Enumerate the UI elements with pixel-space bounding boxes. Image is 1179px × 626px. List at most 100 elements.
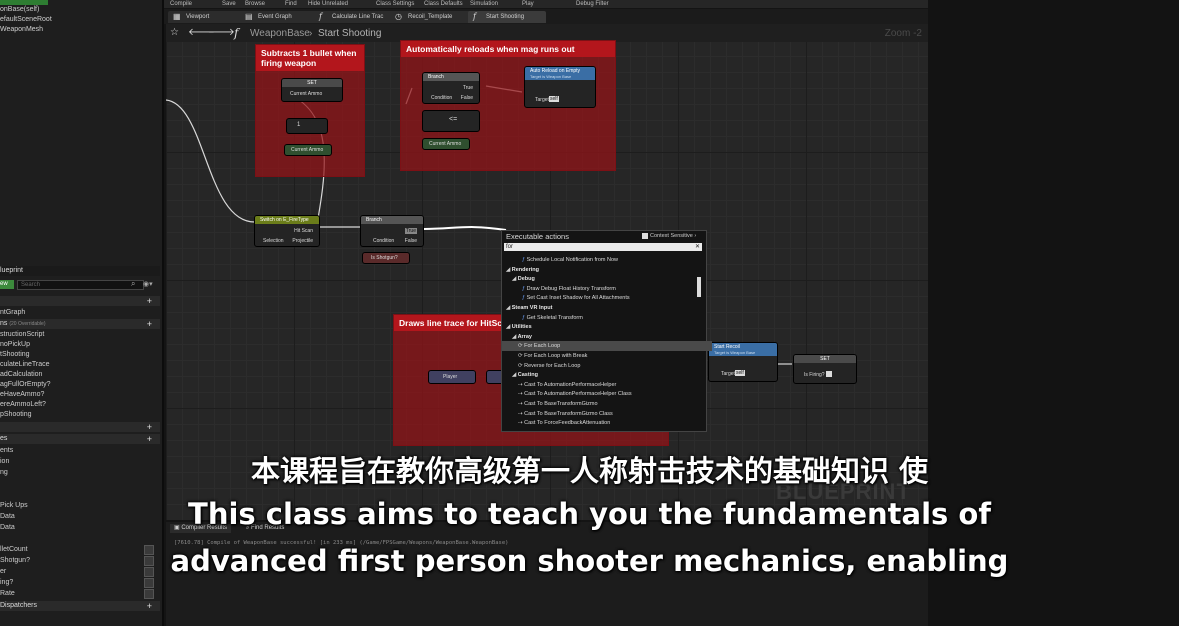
start-recoil-node[interactable]: Start Recoil Target is Weapon Base Targe…	[708, 342, 778, 382]
auto-reload-node[interactable]: Auto Reload on Empty Target is Weapon Ba…	[524, 66, 596, 108]
action-category[interactable]: ◢ Steam VR Input	[502, 303, 700, 313]
action-item[interactable]: ⇢ Cast To AutomationPerformaceHelper	[502, 380, 712, 390]
class-settings-button[interactable]: Class Settings	[376, 0, 414, 8]
action-item[interactable]: ⟳ For Each Loop	[502, 341, 712, 352]
variable-visibility-icon[interactable]	[144, 578, 154, 588]
component-scene-root[interactable]: efaultSceneRoot	[0, 15, 52, 24]
add-graph-icon[interactable]: +	[147, 296, 152, 306]
action-category[interactable]: ◢ Utilities	[502, 322, 700, 332]
save-button[interactable]: Save	[222, 0, 236, 8]
comment-subtract-bullet[interactable]: Subtracts 1 bullet when firing weapon	[255, 44, 365, 177]
compile-button[interactable]: Compile	[170, 0, 192, 8]
action-search-input[interactable]: for ✕	[504, 243, 702, 251]
hide-unrelated-button[interactable]: Hide Unrelated	[308, 0, 348, 8]
exec-wire	[423, 226, 507, 231]
function-icon: f	[319, 12, 322, 21]
action-item[interactable]: ⟳ Reverse for Each Loop	[502, 361, 712, 371]
function-item[interactable]: pShooting	[0, 410, 32, 420]
action-item[interactable]: ƒ Get Skeletal Transform	[502, 313, 716, 323]
set-is-firing-node[interactable]: SET Is Firing?	[793, 354, 857, 384]
action-item[interactable]: ƒ Schedule Local Notification from Now	[502, 255, 716, 265]
tab-recoil-template[interactable]: ◷ Recoil_Template	[390, 11, 480, 23]
get-current-ammo-node-2[interactable]: Current Ammo	[422, 138, 470, 150]
action-item[interactable]: ƒ Set Cast Inset Shadow for All Attachme…	[502, 293, 716, 303]
graphs-header[interactable]: +	[0, 296, 160, 306]
right-panel	[928, 0, 1179, 626]
compare-node[interactable]: <=	[422, 110, 480, 132]
variable-visibility-icon[interactable]	[144, 589, 154, 599]
is-shotgun-node[interactable]: Is Shotgun?	[362, 252, 410, 264]
my-blueprint-tab[interactable]: lueprint	[0, 266, 160, 276]
branch-node-reload[interactable]: Branch Condition True False	[422, 72, 480, 104]
action-category[interactable]: ◢ Debug	[502, 274, 706, 284]
action-item[interactable]: ⟳ For Each Loop with Break	[502, 351, 712, 361]
context-sensitive-label: Context Sensitive ›	[650, 233, 697, 239]
add-variable-icon[interactable]: +	[147, 434, 152, 444]
action-item[interactable]: ⇢ Cast To BaseTransformGizmo Class	[502, 409, 712, 419]
variable-item[interactable]: Rate	[0, 589, 15, 599]
player-node[interactable]: Player	[428, 370, 476, 384]
find-button[interactable]: Find	[285, 0, 297, 8]
context-menu: Executable actions Context Sensitive › f…	[501, 230, 712, 432]
set-current-ammo-node[interactable]: SET Current Ammo	[281, 78, 343, 102]
clear-search-icon[interactable]: ✕	[695, 243, 700, 251]
document-tabs: ▦ Viewport ▤ Event Graph f Calculate Line T…	[164, 9, 928, 24]
add-macro-icon[interactable]: +	[147, 422, 152, 432]
play-button[interactable]: Play	[522, 0, 534, 8]
context-menu-title: Executable actions	[506, 232, 569, 241]
function-item[interactable]: ereAmmoLeft?	[0, 400, 46, 410]
event-graph-item[interactable]: ntGraph	[0, 308, 25, 318]
simulation-button[interactable]: Simulation	[470, 0, 498, 8]
macros-header[interactable]: +	[0, 422, 160, 432]
exec-wire	[166, 99, 257, 223]
functions-header[interactable]: ns (20 Overridable) +	[0, 319, 160, 329]
context-sensitive-checkbox[interactable]	[642, 233, 648, 239]
action-item[interactable]: ⇢ Cast To BaseTransformGizmo	[502, 399, 712, 409]
search-input[interactable]: Search	[17, 280, 144, 290]
function-item[interactable]: agFullOrEmpty?	[0, 380, 51, 390]
dispatchers-header[interactable]: Dispatchers +	[0, 601, 160, 611]
tab-viewport[interactable]: ▦ Viewport	[168, 11, 246, 23]
subtitle-english-line1: This class aims to teach you the fundame…	[188, 497, 991, 531]
action-category[interactable]: ◢ Casting	[502, 370, 706, 380]
action-item[interactable]: ƒ Draw Debug Float History Transform	[502, 284, 716, 294]
subtract-node[interactable]: 1	[286, 118, 328, 134]
function-icon: f	[473, 12, 476, 21]
tab-start-shooting[interactable]: f Start Shooting	[468, 11, 546, 23]
component-root[interactable]: onBase(self)	[0, 5, 39, 14]
left-panel: onBase(self) efaultSceneRoot WeaponMesh …	[0, 0, 164, 626]
viewport-icon: ▦	[173, 12, 181, 21]
function-item[interactable]: culateLineTrace	[0, 360, 50, 370]
action-item[interactable]: ⇢ Cast To AutomationPerformaceHelper Cla…	[502, 389, 712, 399]
tab-event-graph[interactable]: ▤ Event Graph	[240, 11, 318, 23]
add-function-icon[interactable]: +	[147, 319, 152, 329]
action-category[interactable]: ◢ Rendering	[502, 265, 700, 275]
debug-filter-label: Debug Filter	[576, 1, 609, 7]
action-item[interactable]: ⇢ Cast To ForceFeedbackAttenuation	[502, 418, 712, 428]
get-current-ammo-node[interactable]: Current Ammo	[284, 144, 332, 156]
function-item[interactable]: structionScript	[0, 330, 44, 340]
add-new-button[interactable]: ew	[0, 280, 14, 289]
function-item[interactable]: adCalculation	[0, 370, 42, 380]
switch-fire-type-node[interactable]: Switch on E_FireType Selection Hit Scan …	[254, 215, 320, 247]
timeline-icon: ◷	[395, 12, 402, 21]
add-dispatcher-icon[interactable]: +	[147, 601, 152, 611]
branch-node-shotgun[interactable]: Branch Condition True False	[360, 215, 424, 247]
toolbar: Compile Save Browse Find Hide Unrelated …	[164, 0, 928, 8]
function-item[interactable]: noPickUp	[0, 340, 30, 350]
view-options-icon[interactable]: ◉▾	[143, 280, 153, 288]
subtitle-chinese: 本课程旨在教你高级第一人称射击技术的基础知识 使	[250, 454, 929, 488]
action-category[interactable]: ◢ Array	[502, 332, 706, 342]
tab-calculate-line-trace[interactable]: f Calculate Line Trac	[314, 11, 402, 23]
action-list-scrollbar[interactable]	[697, 277, 701, 297]
graph-icon: ▤	[245, 12, 253, 21]
browse-button[interactable]: Browse	[245, 0, 265, 8]
is-firing-checkbox[interactable]	[826, 371, 832, 377]
function-item[interactable]: eHaveAmmo?	[0, 390, 44, 400]
variable-item[interactable]: ing?	[0, 578, 13, 588]
class-defaults-button[interactable]: Class Defaults	[424, 0, 463, 8]
variables-header[interactable]: es +	[0, 434, 160, 444]
function-item[interactable]: tShooting	[0, 350, 30, 360]
search-icon: ⌕	[131, 279, 136, 288]
component-weapon-mesh[interactable]: WeaponMesh	[0, 25, 43, 34]
